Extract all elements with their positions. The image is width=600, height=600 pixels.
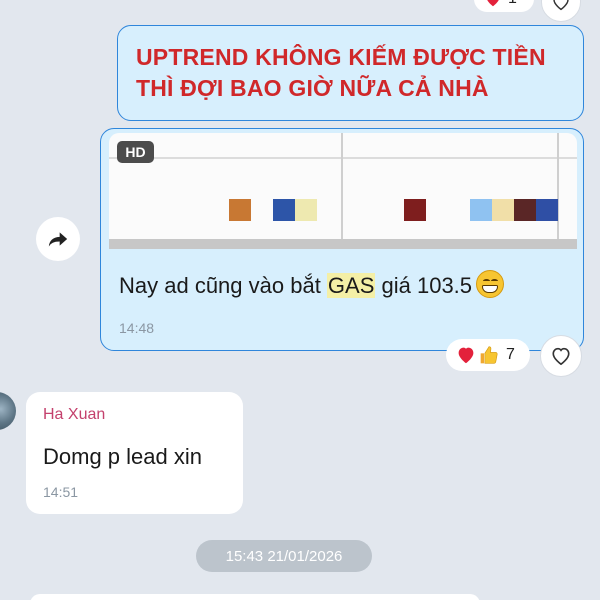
message-text: Nay ad cũng vào bắt GAS giá 103.5 bbox=[119, 270, 505, 301]
hd-badge: HD bbox=[117, 141, 154, 163]
message-uptrend[interactable]: UPTREND KHÔNG KIẾM ĐƯỢC TIỀN THÌ ĐỢI BAO… bbox=[117, 25, 584, 121]
message-gas[interactable]: HD Nay ad cũng vào bắt GAS giá 103.5 14:… bbox=[100, 128, 584, 351]
top-reaction-count: 1 bbox=[508, 0, 517, 8]
red-heart-icon bbox=[458, 347, 474, 364]
image-divider bbox=[557, 133, 559, 239]
grinning-emoji-icon bbox=[476, 270, 505, 298]
image-line bbox=[109, 157, 577, 159]
message-time: 14:48 bbox=[119, 320, 155, 336]
next-message-partial[interactable] bbox=[30, 594, 480, 600]
message-text-part: giá 103.5 bbox=[375, 273, 473, 298]
image-swatch bbox=[295, 199, 317, 221]
react-button[interactable] bbox=[540, 335, 582, 377]
heart-outline-icon bbox=[552, 347, 570, 366]
top-reaction-pill[interactable]: 1 bbox=[474, 0, 534, 12]
message-time: 14:51 bbox=[43, 484, 79, 500]
image-preview[interactable]: HD bbox=[109, 133, 577, 249]
red-heart-icon bbox=[487, 0, 499, 7]
forward-arrow-icon bbox=[48, 232, 68, 247]
reaction-count: 7 bbox=[506, 346, 515, 363]
image-swatch bbox=[492, 199, 514, 221]
message-text: Domg p lead xin bbox=[43, 444, 202, 469]
date-separator: 15:43 21/01/2026 bbox=[196, 540, 372, 572]
image-swatch bbox=[229, 199, 251, 221]
image-divider bbox=[341, 133, 343, 239]
reaction-summary[interactable]: 7 bbox=[446, 339, 530, 371]
message-reply[interactable]: Ha Xuan Domg p lead xin 14:51 bbox=[26, 392, 243, 514]
highlighted-ticker[interactable]: GAS bbox=[326, 273, 376, 298]
image-swatch bbox=[404, 199, 426, 221]
image-swatch bbox=[514, 199, 536, 221]
image-footer-bar bbox=[109, 239, 577, 249]
image-swatch bbox=[536, 199, 558, 221]
image-swatch bbox=[273, 199, 295, 221]
react-button-top[interactable] bbox=[541, 0, 581, 22]
message-text: UPTREND KHÔNG KIẾM ĐƯỢC TIỀN THÌ ĐỢI BAO… bbox=[136, 44, 546, 101]
heart-outline-icon bbox=[553, 0, 569, 11]
avatar[interactable] bbox=[0, 392, 16, 430]
thumbs-up-icon bbox=[480, 346, 498, 364]
image-swatch bbox=[470, 199, 492, 221]
sender-name[interactable]: Ha Xuan bbox=[43, 406, 105, 424]
message-text-part: Nay ad cũng vào bắt bbox=[119, 273, 327, 298]
forward-button[interactable] bbox=[36, 217, 80, 261]
